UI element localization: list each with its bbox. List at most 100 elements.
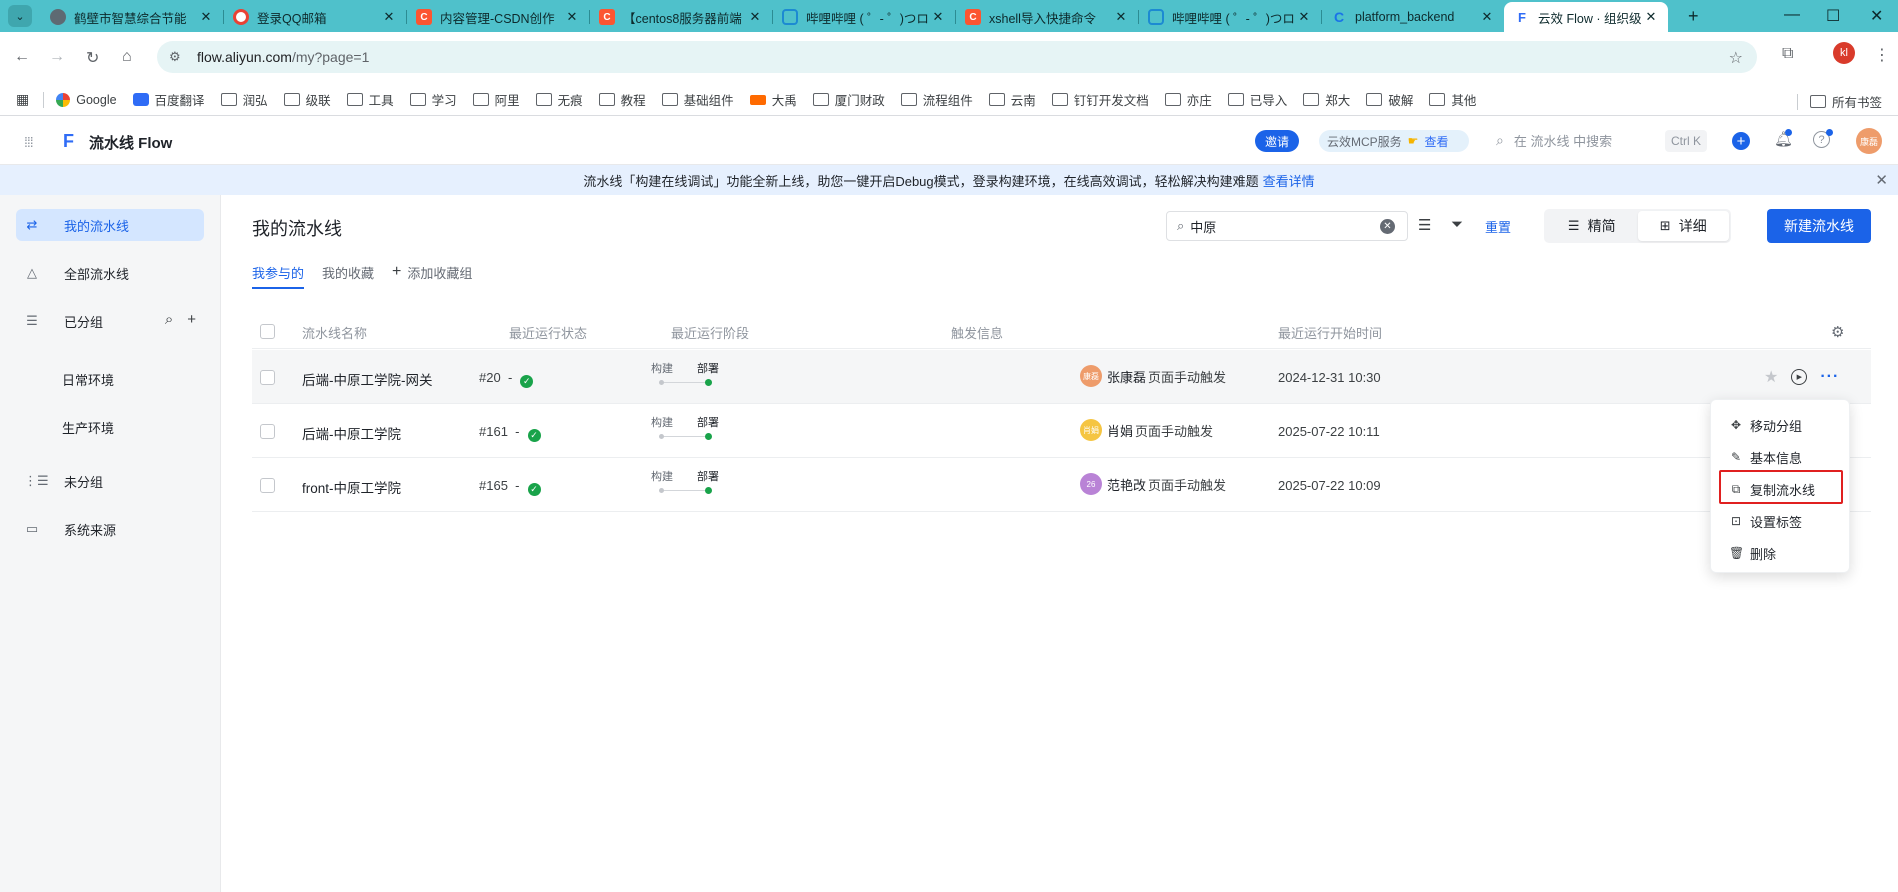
pipeline-search-field[interactable]: ⌕ ✕ [1166, 211, 1408, 241]
close-tab-icon[interactable]: ✕ [1644, 9, 1658, 25]
bookmark-folder[interactable]: 工具 [346, 90, 394, 109]
run-number[interactable]: #161 [479, 424, 508, 439]
close-tab-icon[interactable]: ✕ [1114, 9, 1128, 25]
bookmark-folder[interactable]: 钉钉开发文档 [1051, 90, 1149, 109]
all-bookmarks[interactable]: 所有书签 [1796, 92, 1882, 111]
group-prod-env[interactable]: 生产环境 [62, 418, 114, 437]
bookmark-folder[interactable]: 云南 [988, 90, 1036, 109]
sidebar-item-ungrouped[interactable]: ⋮☰ 未分组 [16, 465, 204, 497]
maximize-icon[interactable]: ☐ [1826, 6, 1840, 26]
bookmark-folder[interactable]: 破解 [1366, 90, 1413, 109]
table-row[interactable]: 后端-中原工学院 #161 - ✓ 构建 部署 肖娟 肖娟 页面手动触发 2025… [252, 404, 1871, 458]
user-avatar[interactable]: 康磊 [1856, 128, 1882, 154]
group-search-icon[interactable]: ⌕ [165, 311, 173, 328]
sidebar-item-my-pipelines[interactable]: ⇄ 我的流水线 [16, 209, 204, 241]
view-detail-button[interactable]: ⊞ 详细 [1637, 211, 1729, 241]
url-input[interactable]: ⚙ flow.aliyun.com/my?page=1 ☆ [157, 41, 1757, 73]
minimize-icon[interactable]: — [1784, 6, 1800, 24]
menu-item-delete[interactable]: 🗑︎ 删除 [1729, 543, 1776, 563]
menu-item-move-group[interactable]: ✥ 移动分组 [1729, 415, 1802, 435]
bookmark-folder[interactable]: 厦门财政 [812, 90, 885, 109]
browser-menu-icon[interactable]: ⋮ [1874, 45, 1890, 65]
favorite-star-icon[interactable]: ★ [1764, 367, 1778, 387]
sidebar-item-grouped[interactable]: ☰ 已分组 ⌕ + [16, 305, 204, 337]
group-daily-env[interactable]: 日常环境 [62, 370, 114, 389]
pipeline-search-input[interactable] [1190, 218, 1371, 234]
menu-item-basic-info[interactable]: ✎ 基本信息 [1729, 447, 1802, 467]
close-tab-icon[interactable]: ✕ [1480, 9, 1494, 25]
pipeline-name[interactable]: front-中原工学院 [302, 477, 401, 497]
more-icon[interactable]: ··· [1820, 368, 1839, 386]
close-tab-icon[interactable]: ✕ [1297, 9, 1311, 25]
browser-tab[interactable]: C 【centos8服务器前端 ✕ [589, 2, 772, 32]
browser-tab-active[interactable]: F 云效 Flow · 组织级 ✕ [1504, 2, 1668, 32]
browser-tab[interactable]: Cxshell导入快捷命令 ✕ [955, 2, 1138, 32]
table-row[interactable]: 后端-中原工学院-网关 #20 - ✓ 构建 部署 康磊 张康磊 页面手动触发 2… [252, 350, 1871, 404]
run-number[interactable]: #165 [479, 478, 508, 493]
close-tab-icon[interactable]: ✕ [199, 9, 213, 25]
app-switcher-icon[interactable]: ⁞⁞⁞ [24, 134, 34, 150]
select-all-checkbox[interactable] [260, 324, 275, 339]
bookmark-folder[interactable]: 已导入 [1227, 90, 1287, 109]
browser-tab[interactable]: 鹤壁市智慧综合节能 ✕ [40, 2, 223, 32]
close-window-icon[interactable]: ✕ [1870, 6, 1883, 26]
bookmark-folder[interactable]: 润弘 [220, 90, 268, 109]
filter-icon[interactable]: ⏷ [1451, 216, 1463, 233]
brand-title[interactable]: 流水线 Flow [89, 132, 172, 153]
bookmark-star-icon[interactable]: ☆ [1729, 48, 1743, 68]
invite-button[interactable]: 邀请 [1255, 130, 1300, 152]
sidebar-item-system-source[interactable]: ▭ 系统来源 [16, 513, 204, 545]
new-tab-icon[interactable]: + [1688, 6, 1699, 27]
column-settings-icon[interactable]: ⚙ [1831, 323, 1844, 341]
new-pipeline-button[interactable]: 新建流水线 [1767, 209, 1871, 243]
mcp-service-banner[interactable]: 云效MCP服务 ☛ 查看 [1319, 130, 1469, 152]
bookmark-folder[interactable]: 郑大 [1303, 90, 1350, 109]
pipeline-name[interactable]: 后端-中原工学院 [302, 423, 401, 443]
close-tab-icon[interactable]: ✕ [931, 9, 945, 25]
table-row[interactable]: front-中原工学院 #165 - ✓ 构建 部署 26 范艳改 页面手动触发 … [252, 458, 1871, 512]
close-tab-icon[interactable]: ✕ [565, 9, 579, 25]
menu-item-set-tags[interactable]: ⊡ 设置标签 [1729, 511, 1802, 531]
clear-search-icon[interactable]: ✕ [1380, 219, 1395, 234]
mcp-view-link[interactable]: 查看 [1424, 133, 1448, 150]
bookmark-folder[interactable]: 亦庄 [1164, 90, 1212, 109]
bookmark-item[interactable]: Google [56, 92, 117, 107]
forward-icon[interactable]: → [49, 48, 65, 66]
sort-icon[interactable]: ☰ [1418, 216, 1431, 234]
global-search[interactable]: ⌕ 在 流水线 中搜索 [1496, 131, 1612, 150]
bookmark-folder[interactable]: 阿里 [472, 90, 520, 109]
bookmark-item[interactable]: 大禹 [749, 90, 797, 109]
reset-button[interactable]: 重置 [1485, 217, 1511, 236]
pipeline-name[interactable]: 后端-中原工学院-网关 [302, 369, 433, 389]
create-icon[interactable]: + [1732, 132, 1750, 150]
close-tab-icon[interactable]: ✕ [382, 9, 396, 25]
bookmark-folder[interactable]: 无痕 [535, 90, 583, 109]
row-checkbox[interactable] [260, 424, 275, 439]
bookmark-folder[interactable]: 基础组件 [661, 90, 734, 109]
extensions-icon[interactable]: ⧉ [1782, 45, 1793, 63]
site-info-icon[interactable]: ⚙ [169, 49, 185, 65]
announcement-link[interactable]: 查看详情 [1263, 171, 1315, 190]
browser-tab[interactable]: Cplatform_backend ✕ [1321, 2, 1504, 32]
browser-tab[interactable]: C 内容管理-CSDN创作 ✕ [406, 2, 589, 32]
add-favorite-group-button[interactable]: + 添加收藏组 [392, 257, 472, 287]
browser-tab[interactable]: 登录QQ邮箱 ✕ [223, 2, 406, 32]
browser-tab[interactable]: 哔哩哔哩 ( ゜- ゜)つロ ✕ [772, 2, 955, 32]
run-icon[interactable]: ▶ [1791, 369, 1808, 385]
bookmark-folder[interactable]: 其他 [1429, 90, 1476, 109]
tab-participated[interactable]: 我参与的 [252, 257, 305, 289]
home-icon[interactable]: ⌂ [122, 48, 132, 66]
apps-grid-icon[interactable]: ▦ [16, 91, 29, 108]
bookmark-folder[interactable]: 级联 [283, 90, 331, 109]
tab-favorites[interactable]: 我的收藏 [322, 257, 374, 287]
bookmark-folder[interactable]: 教程 [598, 90, 646, 109]
profile-avatar[interactable]: kl [1833, 42, 1855, 64]
row-checkbox[interactable] [260, 370, 275, 385]
bookmark-folder[interactable]: 流程组件 [900, 90, 973, 109]
menu-item-copy-pipeline[interactable]: ⧉ 复制流水线 [1729, 479, 1815, 499]
close-tab-icon[interactable]: ✕ [748, 9, 762, 25]
add-group-icon[interactable]: + [187, 311, 196, 328]
back-icon[interactable]: ← [14, 48, 30, 66]
reload-icon[interactable]: ↻ [86, 48, 99, 68]
close-icon[interactable]: ✕ [1875, 171, 1888, 189]
